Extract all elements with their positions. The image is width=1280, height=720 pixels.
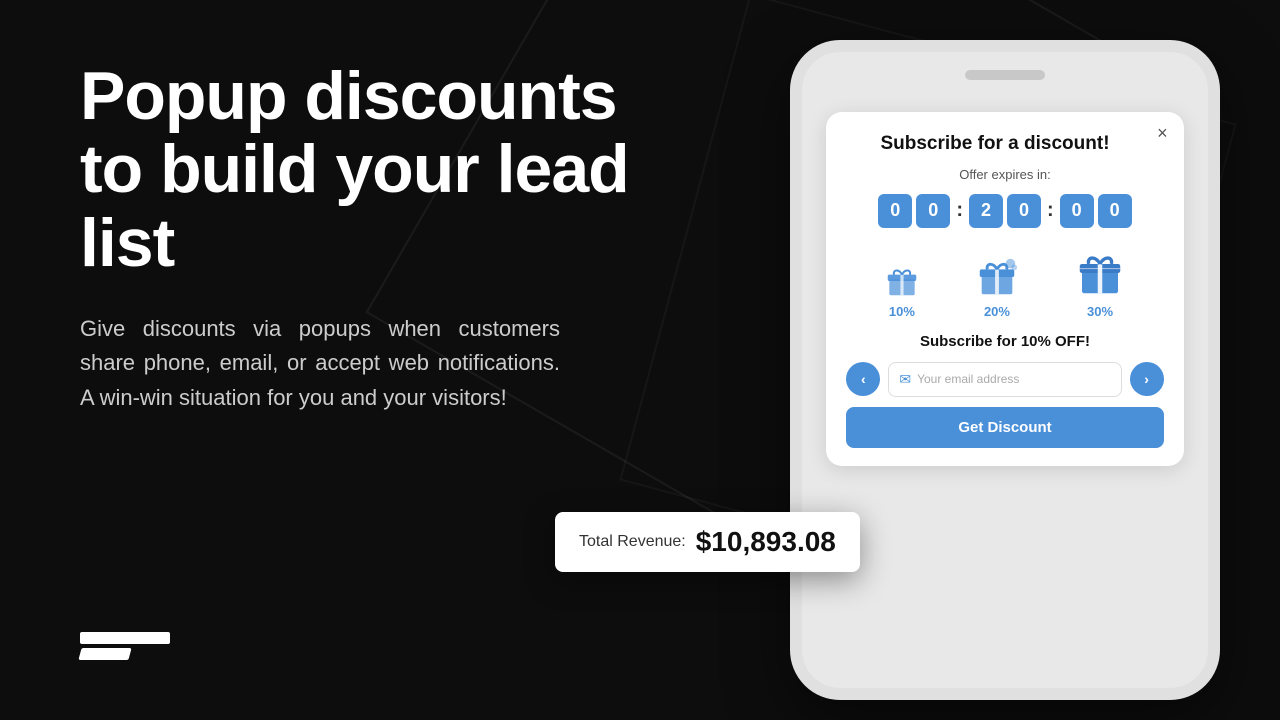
email-icon: ✉: [899, 371, 911, 388]
description-text: Give discounts via popups when customers…: [80, 312, 560, 414]
gift-item-10: 10%: [883, 262, 921, 319]
timer-digit-1: 0: [878, 194, 912, 228]
phone-screen: × Subscribe for a discount! Offer expire…: [802, 52, 1208, 688]
prev-button[interactable]: ‹: [846, 362, 880, 396]
gift-percent-10: 10%: [889, 304, 915, 319]
timer-colon-2: :: [1045, 199, 1056, 222]
left-section: Popup discounts to build your lead list …: [80, 60, 660, 415]
logo-shape: [80, 632, 170, 660]
timer-digit-5: 0: [1060, 194, 1094, 228]
logo: [80, 632, 170, 660]
gift-icon-large: [1073, 246, 1127, 300]
phone-notch: [965, 70, 1045, 80]
email-placeholder: Your email address: [917, 372, 1019, 386]
popup-card: × Subscribe for a discount! Offer expire…: [826, 112, 1183, 466]
gift-percent-20: 20%: [984, 304, 1010, 319]
gift-item-30: 30%: [1073, 246, 1127, 319]
gift-item-20: 20%: [974, 254, 1020, 319]
main-headline: Popup discounts to build your lead list: [80, 60, 660, 280]
next-arrow-icon: ›: [1144, 371, 1149, 387]
email-input-field[interactable]: ✉ Your email address: [888, 362, 1121, 397]
countdown-timer: 0 0 : 2 0 : 0 0: [846, 194, 1163, 228]
gift-percent-30: 30%: [1087, 304, 1113, 319]
popup-title: Subscribe for a discount!: [846, 132, 1163, 157]
logo-bar-top: [80, 632, 170, 644]
email-row: ‹ ✉ Your email address ›: [846, 362, 1163, 397]
offer-expires-label: Offer expires in:: [846, 167, 1163, 182]
subscribe-heading: Subscribe for 10% OFF!: [846, 333, 1163, 350]
timer-digit-2: 0: [916, 194, 950, 228]
timer-digit-4: 0: [1007, 194, 1041, 228]
timer-digit-3: 2: [969, 194, 1003, 228]
timer-digit-6: 0: [1098, 194, 1132, 228]
phone-mockup: × Subscribe for a discount! Offer expire…: [790, 40, 1220, 700]
revenue-amount: $10,893.08: [696, 526, 836, 558]
gift-icon-medium: [974, 254, 1020, 300]
get-discount-button[interactable]: Get Discount: [846, 407, 1163, 448]
gift-icon-small: [883, 262, 921, 300]
revenue-label: Total Revenue:: [579, 533, 686, 551]
logo-bar-bottom: [78, 648, 131, 660]
prev-arrow-icon: ‹: [861, 371, 866, 387]
phone-frame: × Subscribe for a discount! Offer expire…: [790, 40, 1220, 700]
revenue-badge: Total Revenue: $10,893.08: [555, 512, 860, 572]
gifts-row: 10% 20%: [846, 246, 1163, 319]
timer-colon-1: :: [954, 199, 965, 222]
close-button[interactable]: ×: [1157, 124, 1168, 142]
next-button[interactable]: ›: [1130, 362, 1164, 396]
